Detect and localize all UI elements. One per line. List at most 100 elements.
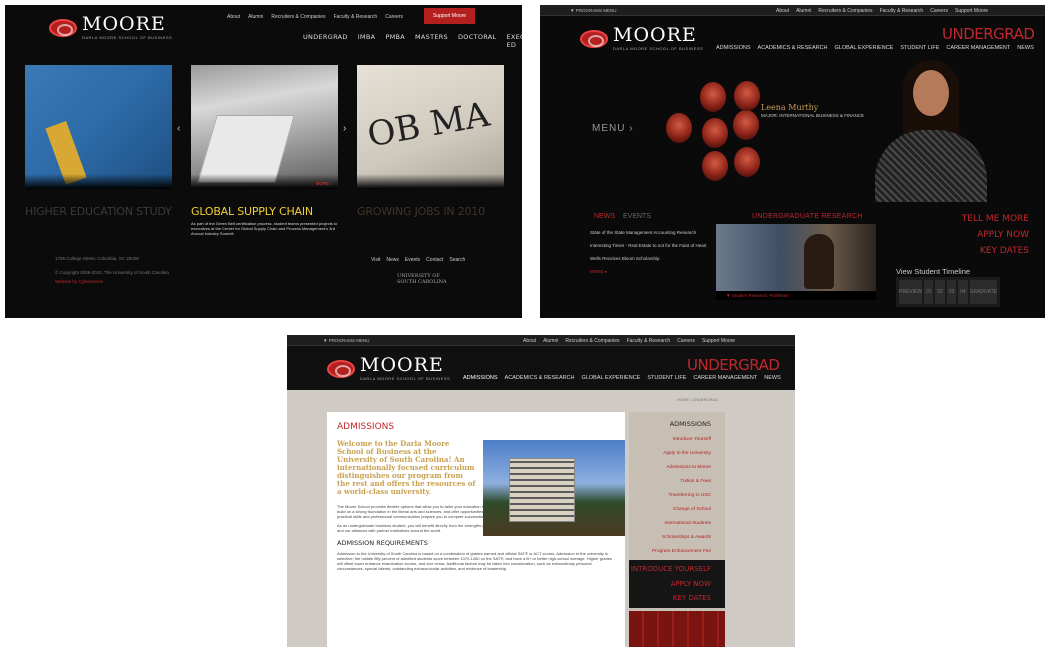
research-photo[interactable]: ▼ Student Research Published: [716, 224, 876, 300]
tell-me-more-link[interactable]: TELL ME MORE: [962, 211, 1029, 227]
menu-toggle[interactable]: MENU ›: [592, 123, 634, 134]
programs-menu[interactable]: ▼ PROGRAMS MENU: [323, 338, 369, 343]
timeline-step[interactable]: 03: [946, 280, 957, 304]
student-face[interactable]: [734, 147, 760, 177]
sidebar-link[interactable]: Admissions to Moore: [666, 465, 711, 470]
timeline-step[interactable]: 04: [958, 280, 968, 304]
program-imba[interactable]: IMBA: [358, 33, 376, 49]
nav-about[interactable]: About: [227, 14, 240, 20]
nav-student-life[interactable]: STUDENT LIFE: [900, 45, 939, 51]
footer-search[interactable]: Search: [449, 257, 465, 263]
student-face[interactable]: [733, 110, 759, 140]
program-masters[interactable]: MASTERS: [415, 33, 448, 49]
usc-logo[interactable]: UNIVERSITY OF SOUTH CAROLINA: [397, 273, 447, 285]
key-dates-link[interactable]: KEY DATES: [962, 243, 1029, 259]
next-arrow-icon[interactable]: ›: [343, 123, 346, 134]
program-doctoral[interactable]: DOCTORAL: [458, 33, 496, 49]
sidebar-link[interactable]: Apply to the University: [663, 451, 711, 456]
timeline-step[interactable]: 01: [924, 280, 934, 304]
nav-admissions[interactable]: ADMISSIONS: [716, 45, 751, 51]
logo-word: MOORE: [360, 354, 444, 376]
sidebar-link[interactable]: Introduce Yourself: [673, 437, 711, 442]
breadcrumb[interactable]: HOME / UNDERGRAD: [677, 397, 718, 402]
sidebar-link[interactable]: Transferring to USC: [669, 493, 711, 498]
nav-careers[interactable]: Careers: [930, 8, 948, 14]
prev-arrow-icon[interactable]: ‹: [177, 123, 180, 134]
introduce-yourself-link[interactable]: INTRODUCE YOURSELF: [631, 565, 711, 573]
support-moore-button[interactable]: Support Moore: [424, 8, 476, 24]
student-face[interactable]: [666, 113, 692, 143]
program-pmba[interactable]: PMBA: [385, 33, 405, 49]
nav-recruiters[interactable]: Recruiters & Companies: [565, 338, 619, 344]
sidebar-link[interactable]: Scholarships & Awards: [662, 535, 711, 540]
news-item[interactable]: State of the State Management Accounting…: [590, 230, 710, 236]
tab-events[interactable]: EVENTS: [623, 213, 651, 220]
nav-about[interactable]: About: [523, 338, 536, 344]
footer-news[interactable]: News: [386, 257, 399, 263]
nav-alumni[interactable]: Alumni: [796, 8, 811, 14]
timeline-step[interactable]: PREVIEW: [899, 280, 923, 304]
sidebar-link[interactable]: International Students: [664, 521, 711, 526]
sidebar-link[interactable]: Change of School: [673, 507, 711, 512]
slide-jobs[interactable]: OB MA: [357, 65, 504, 189]
nav-student-life[interactable]: STUDENT LIFE: [647, 375, 686, 381]
nav-news[interactable]: NEWS: [764, 375, 781, 381]
tab-news[interactable]: NEWS: [594, 213, 615, 220]
program-undergrad[interactable]: UNDERGRAD: [303, 33, 348, 49]
moore-logo[interactable]: MOORE DARLA MOORE SCHOOL OF BUSINESS: [580, 26, 703, 51]
research-caption[interactable]: ▼ Student Research Published: [726, 293, 789, 298]
nav-faculty[interactable]: Faculty & Research: [334, 14, 378, 20]
key-dates-link[interactable]: KEY DATES: [673, 594, 711, 602]
nav-careers[interactable]: Careers: [385, 14, 403, 20]
student-face[interactable]: [702, 118, 728, 148]
timeline-step[interactable]: 02: [935, 280, 945, 304]
nav-support[interactable]: Support Moore: [955, 8, 988, 14]
programs-menu[interactable]: ▼ PROGRAMS MENU: [570, 8, 616, 13]
nav-global[interactable]: GLOBAL EXPERIENCE: [582, 375, 641, 381]
apply-now-link[interactable]: APPLY NOW: [962, 227, 1029, 243]
nav-career[interactable]: CAREER MANAGEMENT: [946, 45, 1010, 51]
requirements-paragraph: Admission to the University of South Car…: [337, 551, 612, 571]
nav-news[interactable]: NEWS: [1017, 45, 1034, 51]
footer-contact[interactable]: Contact: [426, 257, 443, 263]
news-item[interactable]: Interesting Times - Real Estate to not f…: [590, 243, 710, 249]
nav-career[interactable]: CAREER MANAGEMENT: [693, 375, 757, 381]
nav-academics[interactable]: ACADEMICS & RESEARCH: [505, 375, 575, 381]
program-exec-ed[interactable]: EXEC ED: [506, 33, 522, 49]
nav-alumni[interactable]: Alumni: [248, 14, 263, 20]
student-face[interactable]: [702, 151, 728, 181]
nav-faculty[interactable]: Faculty & Research: [880, 8, 924, 14]
student-face[interactable]: [734, 81, 760, 111]
story-card-3[interactable]: GROWING JOBS IN 2010: [357, 205, 507, 218]
moore-logo[interactable]: MOORE DARLA MOORE SCHOOL OF BUSINESS: [327, 356, 450, 381]
slide-graduation[interactable]: [25, 65, 172, 189]
footer-credit[interactable]: Website by Cyberwoven: [55, 278, 103, 285]
nav-support[interactable]: Support Moore: [702, 338, 735, 344]
slide-supply-chain[interactable]: MORE ›: [191, 65, 338, 189]
nav-global[interactable]: GLOBAL EXPERIENCE: [835, 45, 894, 51]
nav-careers[interactable]: Careers: [677, 338, 695, 344]
featured-student: Leena Murthy MAJOR: INTERNATIONAL BUSINE…: [761, 103, 864, 119]
main-nav: ADMISSIONS ACADEMICS & RESEARCH GLOBAL E…: [716, 45, 1034, 51]
story-card-2[interactable]: GLOBAL SUPPLY CHAIN As part of the Green…: [191, 205, 341, 236]
footer-events[interactable]: Events: [405, 257, 420, 263]
nav-recruiters[interactable]: Recruiters & Companies: [818, 8, 872, 14]
sidebar-link[interactable]: Tuition & Fees: [680, 479, 711, 484]
nav-recruiters[interactable]: Recruiters & Companies: [271, 14, 325, 20]
nav-faculty[interactable]: Faculty & Research: [627, 338, 671, 344]
story-card-1[interactable]: HIGHER EDUCATION STUDY: [25, 205, 175, 218]
nav-about[interactable]: About: [776, 8, 789, 14]
slide-more-link[interactable]: MORE ›: [316, 181, 332, 186]
nav-alumni[interactable]: Alumni: [543, 338, 558, 344]
student-face[interactable]: [700, 82, 726, 112]
timeline-step[interactable]: GRADUATE: [969, 280, 997, 304]
news-more-link[interactable]: MORE ▸: [590, 269, 710, 275]
news-item[interactable]: Wells Receives Bloom Scholarship: [590, 256, 710, 262]
apply-now-link[interactable]: APPLY NOW: [671, 580, 711, 588]
nav-academics[interactable]: ACADEMICS & RESEARCH: [758, 45, 828, 51]
nav-admissions[interactable]: ADMISSIONS: [463, 375, 498, 381]
sidebar-link[interactable]: Program Enhancement Fee: [652, 549, 711, 554]
moore-logo[interactable]: MOORE DARLA MOORE SCHOOL OF BUSINESS: [49, 15, 172, 40]
footer-visit[interactable]: Visit: [371, 257, 380, 263]
logo-subtitle: DARLA MOORE SCHOOL OF BUSINESS: [82, 35, 173, 40]
